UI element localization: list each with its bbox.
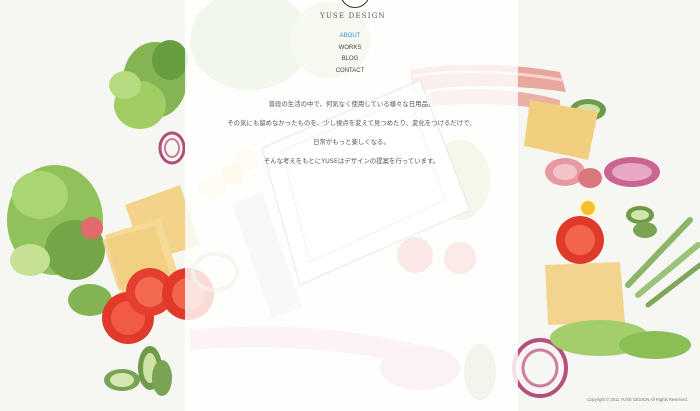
lettuce-right-bottom bbox=[550, 320, 691, 359]
about-line-3: 日常がもっと楽しくなる。 bbox=[313, 138, 390, 146]
nav-item-contact[interactable]: CONTACT bbox=[300, 66, 400, 78]
about-line-2: その気にも留めなかったものを、少し視点を変えて見つめたり、変化をつけるだけで、 bbox=[227, 119, 476, 127]
logo-mark-icon bbox=[340, 0, 370, 8]
nav-item-about[interactable]: ABOUT bbox=[300, 31, 400, 43]
lettuce-left-top bbox=[109, 40, 188, 129]
copyright-notice: Copyright © 2011 YUSE DESIGN All Rights … bbox=[587, 397, 688, 402]
site-logo[interactable]: YUSE DESIGN bbox=[302, 0, 402, 22]
about-line-4: そんな考えをもとにYUSEはデザインの提案を行っています。 bbox=[263, 157, 440, 165]
cheese-right bbox=[524, 100, 625, 325]
about-text: 普段の生活の中で、何気なく使用している様々な日用品。 その気にも留めなかったもの… bbox=[185, 96, 518, 172]
cucumber-right bbox=[626, 206, 657, 238]
ham-right bbox=[545, 158, 602, 188]
main-navigation: ABOUT WORKS BLOG CONTACT bbox=[300, 31, 400, 77]
lettuce-left bbox=[7, 165, 112, 316]
nav-item-works[interactable]: WORKS bbox=[300, 43, 400, 55]
nav-item-blog[interactable]: BLOG bbox=[300, 54, 400, 66]
logo-text: YUSE DESIGN bbox=[320, 12, 386, 20]
egg-right bbox=[576, 197, 600, 219]
tomato-right bbox=[556, 216, 604, 264]
about-line-1: 普段の生活の中で、何気なく使用している様々な日用品。 bbox=[268, 100, 435, 108]
page: YUSE DESIGN ABOUT WORKS BLOG CONTACT 普段の… bbox=[0, 0, 700, 411]
cucumber-left bbox=[104, 346, 172, 396]
onion-left bbox=[158, 131, 186, 165]
